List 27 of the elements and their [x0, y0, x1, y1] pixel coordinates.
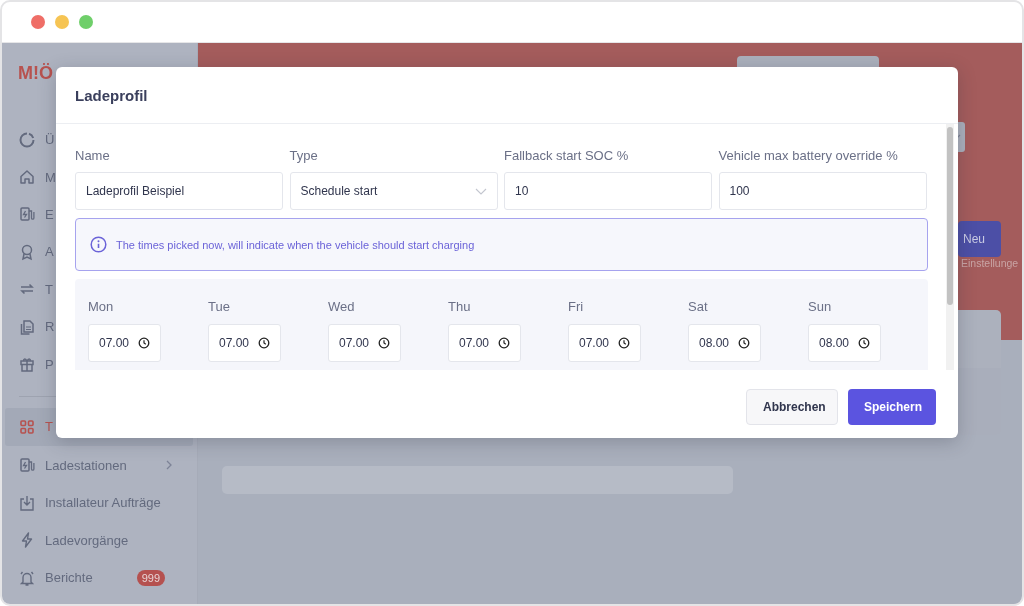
field-label: Type	[289, 148, 319, 163]
dialog-title: Ladeprofil	[75, 86, 148, 104]
sidebar-item-label: Installateur Aufträge	[45, 495, 161, 511]
day-label: Tue	[208, 299, 231, 314]
field-label: Vehicle max battery override %	[718, 148, 899, 163]
sidebar-item-label: P	[45, 356, 54, 372]
sidebar-item-label: E	[45, 206, 54, 222]
day-label: Sat	[688, 299, 709, 314]
sidebar-item-label: Ladevorgänge	[45, 532, 129, 548]
sidebar-item-label: Ü	[45, 132, 55, 148]
logo: M!Ö	[18, 63, 53, 85]
sidebar-item-label: Ladestationen	[45, 457, 127, 473]
sidebar-item-label: T	[45, 281, 53, 297]
day-label: Sun	[808, 299, 833, 314]
field-label: Fallback start SOC %	[504, 148, 630, 163]
sidebar-item-label: A	[45, 244, 54, 260]
info-text: The times picked now, will indicate when the vehicle should start charging	[116, 238, 475, 251]
day-label: Thu	[448, 299, 472, 314]
day-label: Fri	[568, 299, 585, 314]
field-label: Name	[75, 148, 111, 163]
count-badge: 999	[136, 569, 165, 586]
sidebar-item-label: Berichte	[45, 570, 93, 586]
sidebar-item-label: T	[45, 419, 53, 435]
sidebar-item-label: M	[45, 169, 56, 185]
sidebar-item-label: R	[45, 319, 55, 335]
day-label: Wed	[328, 299, 356, 314]
day-label: Mon	[88, 299, 115, 314]
